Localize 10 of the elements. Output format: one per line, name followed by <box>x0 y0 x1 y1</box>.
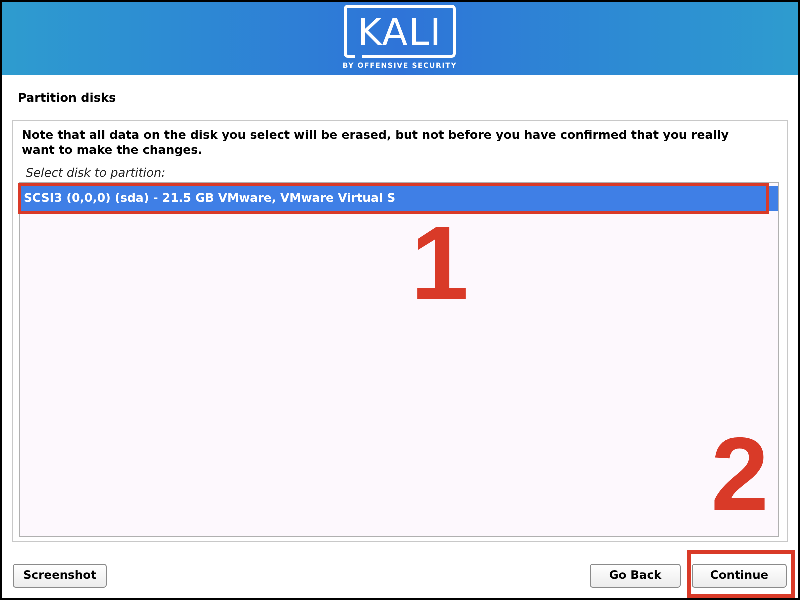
action-button[interactable]: Continue <box>692 564 787 588</box>
step-number: 1 <box>411 212 469 316</box>
list-label: Select disk to partition: <box>26 166 166 180</box>
action-button[interactable]: Screenshot <box>13 564 107 588</box>
logo-text: KALI <box>358 14 442 50</box>
note-text: Note that all data on the disk you select will be erased, but not before you have confirmed that you really want to make the changes. <box>21 127 730 158</box>
action-button[interactable]: Go Back <box>590 564 681 588</box>
page-title: Partition disks <box>18 91 116 105</box>
step-number: 2 <box>711 423 769 527</box>
disk-list-item[interactable]: SCSI3 (0,0,0) (sda) - 21.5 GB VMware, VMware Virtual S <box>20 186 778 211</box>
